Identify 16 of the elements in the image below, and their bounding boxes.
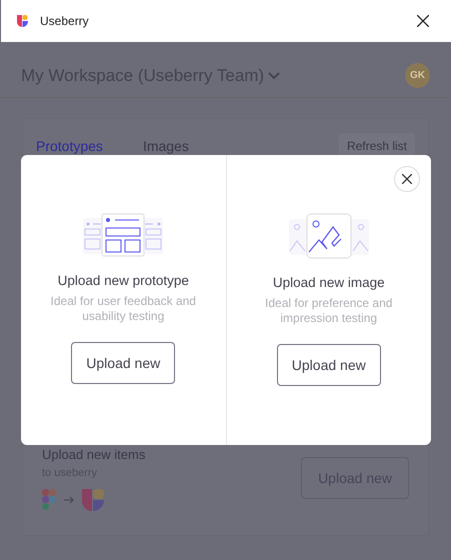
app-logo-icon [82,489,104,511]
close-icon [417,15,429,27]
close-button[interactable] [394,166,420,192]
close-icon [402,174,412,184]
upload-new-button[interactable]: Upload new [71,342,176,384]
figma-logo-icon [42,489,56,511]
option-description: Ideal for preference and impression testing [264,296,394,326]
option-description: Ideal for user feedback and usability testing [50,294,197,324]
app-logo-icon [17,15,28,27]
option-title: Upload new prototype [58,272,189,290]
tab[interactable]: Prototypes [36,136,103,156]
option-title: Upload new image [272,274,385,292]
user-avatar[interactable]: GK [405,63,430,88]
upload-new-button[interactable]: Upload new [276,344,381,386]
window-title: Useberry [40,13,89,30]
arrow-right-icon [64,496,74,504]
